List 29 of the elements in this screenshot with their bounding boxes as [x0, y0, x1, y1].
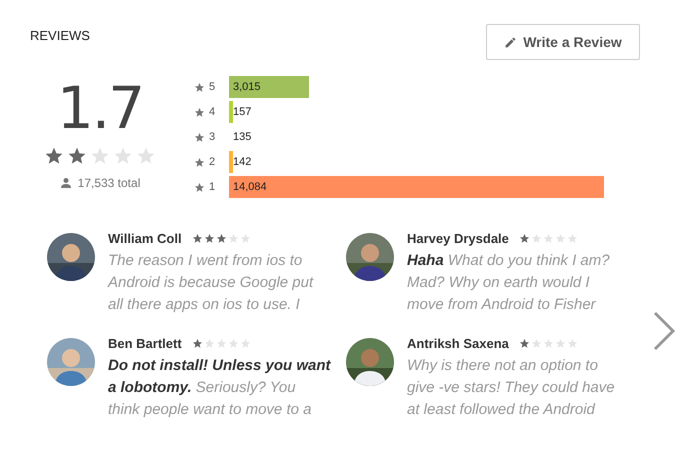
- reviewer-name: William Coll: [108, 231, 182, 246]
- reviewer-name: Ben Bartlett: [108, 336, 182, 351]
- star-icon: [194, 156, 205, 168]
- average-score: 1.7: [56, 76, 144, 140]
- rating-label: 3: [208, 131, 216, 143]
- rating-count: 142: [233, 155, 252, 169]
- star-icon: [194, 106, 205, 118]
- write-review-button[interactable]: Write a Review: [486, 24, 640, 60]
- star-icon: [194, 82, 205, 92]
- rating-count: 135: [233, 130, 252, 144]
- rating-label: 2: [208, 156, 216, 168]
- rating-label: 1: [208, 181, 216, 193]
- rating-label: 4: [208, 106, 216, 118]
- reviewer-name: Antriksh Saxena: [407, 336, 509, 351]
- reviewer-name: Harvey Drysdale: [407, 231, 509, 246]
- section-title: REVIEWS: [30, 28, 90, 43]
- rating-count: 3,015: [233, 80, 261, 94]
- rating-label: 5: [208, 81, 216, 93]
- rating-count: 14,084: [233, 180, 267, 194]
- review-text: Haha What do you think I am? Mad? Why on earth would I move from Android to Fisher: [407, 251, 610, 315]
- person-icon: [60, 177, 72, 189]
- star-icon: [194, 182, 205, 192]
- star-icon: [194, 132, 205, 142]
- review-text: Why is there not an option to give -ve stars! They could have at least followed the Android: [407, 356, 615, 420]
- rating-count: 157: [233, 105, 252, 119]
- review-text: Do not install! Unless you want a lobotomy. Seriously? You think people want to move to a: [108, 356, 331, 420]
- review-text: The reason I went from ios to Android is because Google put all there apps on ios to use. I: [108, 251, 314, 315]
- pencil-icon: [504, 36, 518, 48]
- total-count: 17,533 total: [78, 176, 140, 190]
